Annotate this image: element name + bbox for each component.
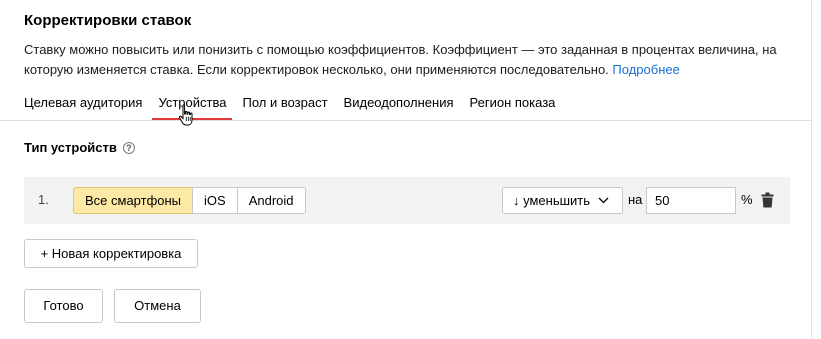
tab-bar: Целевая аудитория Устройства Пол и возра… [24, 94, 563, 120]
tab-target-audience[interactable]: Целевая аудитория [24, 94, 150, 120]
section-label-text: Тип устройств [24, 140, 117, 155]
on-label: на [628, 192, 643, 207]
description: Ставку можно повысить или понизить с пом… [24, 40, 794, 80]
bid-adjustments-panel: Корректировки ставок Ставку можно повыси… [0, 0, 812, 339]
tab-gender-age[interactable]: Пол и возраст [234, 94, 335, 120]
section-label: Тип устройств ? [24, 140, 135, 155]
chevron-down-icon [598, 197, 609, 204]
trash-icon[interactable] [761, 192, 774, 208]
tab-region[interactable]: Регион показа [462, 94, 564, 120]
percent-value-input[interactable] [646, 187, 736, 214]
device-option-android[interactable]: Android [236, 187, 306, 214]
tabs-divider [0, 120, 812, 121]
add-adjustment-button[interactable]: + Новая корректировка [24, 239, 198, 268]
direction-select-value: ↓ уменьшить [513, 193, 591, 208]
adjustment-row: 1. Все смартфоны iOS Android ↓ уменьшить… [24, 177, 790, 224]
hand-cursor-icon [178, 104, 193, 126]
more-link[interactable]: Подробнее [612, 62, 679, 77]
tab-video-extensions[interactable]: Видеодополнения [336, 94, 462, 120]
done-button[interactable]: Готово [24, 289, 103, 323]
question-circle-icon[interactable]: ? [122, 141, 135, 154]
device-option-all-smartphones[interactable]: Все смартфоны [73, 187, 194, 214]
direction-select[interactable]: ↓ уменьшить [502, 187, 623, 214]
device-type-segmented-control: Все смартфоны iOS Android [73, 187, 306, 214]
cancel-button[interactable]: Отмена [114, 289, 201, 323]
row-index: 1. [38, 192, 49, 207]
page-title: Корректировки ставок [24, 12, 192, 29]
percent-unit: % [741, 192, 753, 207]
device-option-ios[interactable]: iOS [192, 187, 238, 214]
